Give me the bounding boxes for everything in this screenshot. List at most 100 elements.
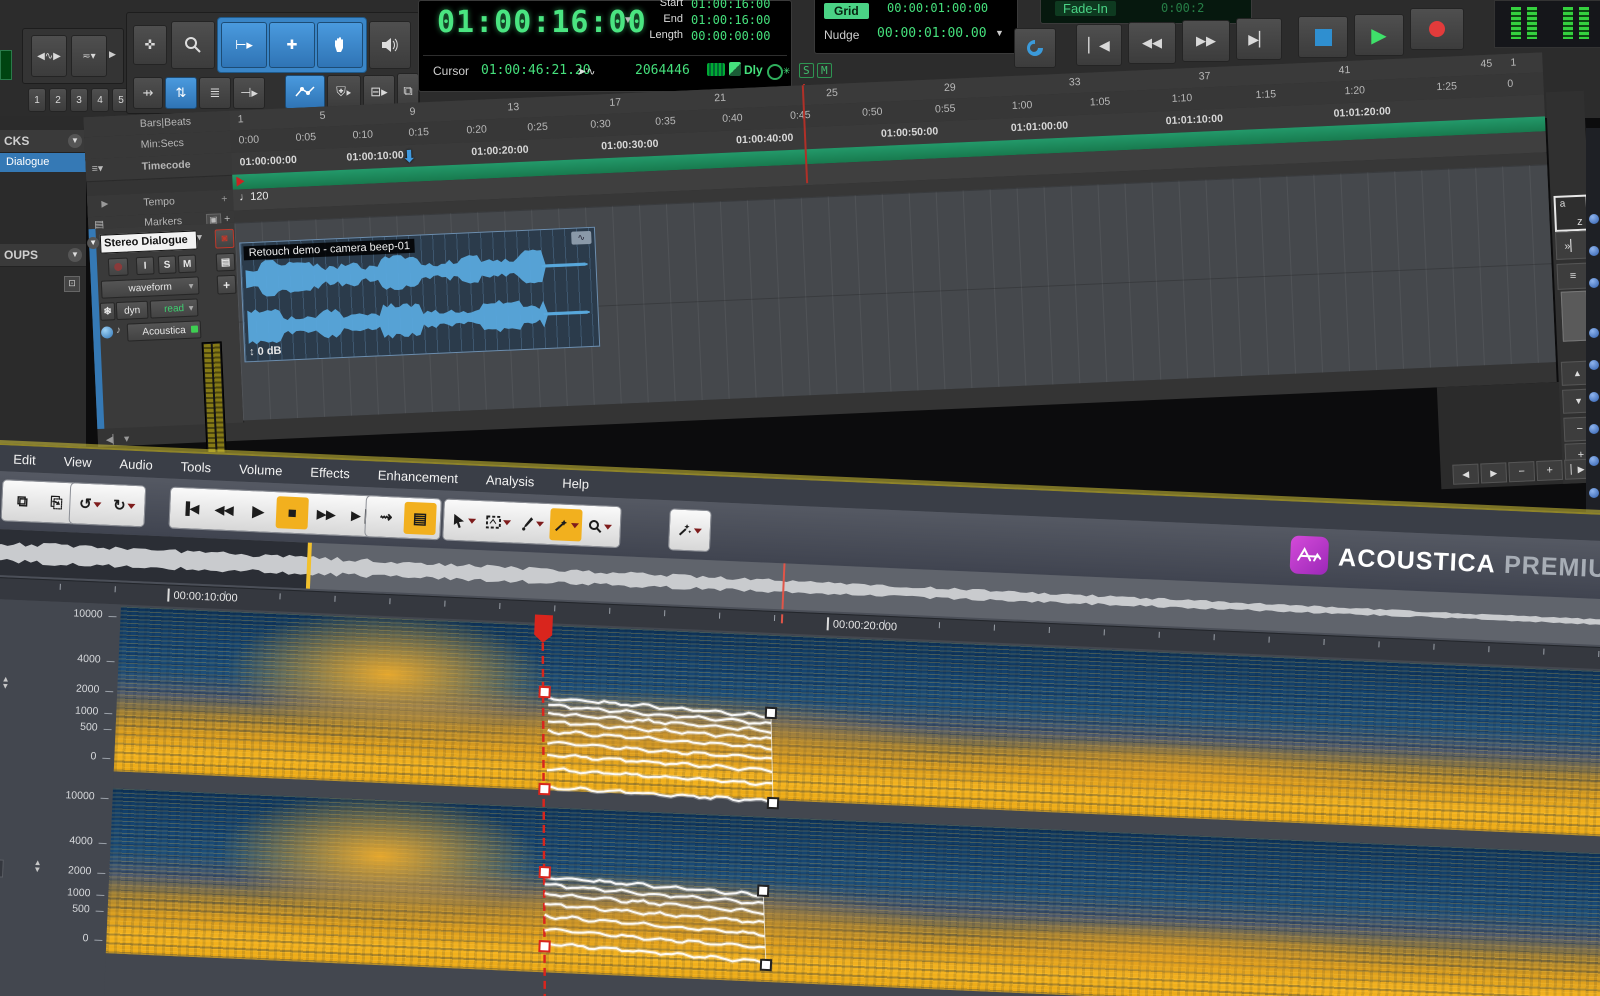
clip-fx-chip-icon[interactable]: ∿ (571, 231, 592, 245)
move-tool-button[interactable]: ✜ (133, 25, 167, 65)
h-scroll-left-button[interactable]: ◀ (1452, 464, 1479, 485)
hand-tool-button[interactable] (317, 22, 363, 68)
field-start-value[interactable]: 01:00:16:00 (691, 0, 770, 11)
zoom-tool-button[interactable] (583, 510, 616, 543)
keyboard-indicator-icon[interactable] (707, 63, 725, 76)
track-list-item-dialogue[interactable]: Dialogue (0, 153, 86, 172)
punch-indicator-icon[interactable] (729, 62, 741, 76)
menu-item-analysis[interactable]: Analysis (486, 472, 535, 489)
undo-caret-icon[interactable] (94, 502, 102, 507)
dock-panel-icon[interactable] (1589, 392, 1599, 402)
screenset-button-3[interactable]: 3 (70, 88, 88, 112)
rewind-button[interactable]: ◀◀ (208, 493, 241, 526)
channel-link-button[interactable] (0, 859, 4, 878)
now-time-arrow-icon[interactable]: ⬇ (402, 147, 416, 168)
tempo-add-icon[interactable]: + (221, 193, 228, 205)
groups-pane-icon[interactable]: ⊡ (64, 276, 80, 292)
zoom-tool-button[interactable] (171, 21, 215, 69)
h-zoom-out-button[interactable]: − (1508, 461, 1535, 482)
dock-panel-icon[interactable] (1589, 328, 1599, 338)
audio-clip[interactable]: Retouch demo - camera beep-01 ↕ 0 dB ∿ (239, 227, 600, 363)
horizontal-zoom-button[interactable]: ◀∿▶ (31, 35, 67, 77)
sync-indicator-icon[interactable] (767, 64, 783, 80)
marquee-tool-caret-icon[interactable] (502, 520, 510, 525)
input-echo-button[interactable]: I (136, 256, 155, 275)
solo-button[interactable]: S (158, 255, 177, 274)
fx-ball-icon[interactable] (101, 326, 114, 339)
audition-tool-button[interactable] (369, 21, 411, 69)
cursor-value[interactable]: 01:00:46:21.20 (481, 63, 591, 78)
pattern-tool-button[interactable]: ≣ (199, 77, 231, 109)
fast-forward-button[interactable]: ▶▶ (1182, 20, 1230, 62)
comping-tool-button[interactable]: ✚ (269, 22, 315, 68)
solo-badge[interactable]: S (799, 63, 814, 78)
field-end-value[interactable]: 01:00:16:00 (691, 13, 770, 27)
dock-panel-icon[interactable] (1589, 488, 1599, 498)
tempo-value[interactable]: ♩120 (239, 190, 269, 203)
edit-tool-button[interactable]: ⊢▸ (221, 22, 267, 68)
display-mode-dropdown[interactable]: waveform ▼ (101, 276, 200, 298)
track-name-caret[interactable]: ▼ (195, 232, 204, 242)
copy-button[interactable]: ⧉ (6, 484, 39, 517)
main-timecode[interactable]: 01:00:16:00 (437, 5, 647, 40)
spectral-view-button[interactable]: ▤ (403, 502, 436, 535)
play-button[interactable]: ▶ (242, 495, 275, 528)
menu-item-volume[interactable]: Volume (239, 461, 283, 478)
wand-tool-caret-icon[interactable] (570, 523, 578, 528)
dock-panel-icon[interactable] (1589, 278, 1599, 288)
track-expand-icon[interactable]: ▼ (87, 237, 100, 250)
waveform-view-button[interactable]: ⇝ (369, 500, 402, 533)
clip-gain-label[interactable]: ↕ 0 dB (249, 345, 282, 358)
delay-indicator[interactable]: Dly (744, 63, 763, 77)
v-scrollbar-thumb[interactable] (1561, 291, 1589, 342)
screenset-button-2[interactable]: 2 (49, 88, 67, 112)
clip-protect-button[interactable]: ⛨▸ (327, 75, 361, 109)
menu-item-help[interactable]: Help (562, 475, 589, 491)
go-to-start-button[interactable]: ▏◀ (1076, 24, 1122, 66)
rewind-button[interactable]: ◀◀ (1128, 22, 1176, 64)
freq-scale-arrows[interactable]: ▲▼ (1, 675, 10, 689)
plugin-slot-acoustica[interactable]: Acoustica (127, 320, 202, 341)
redo-caret-icon[interactable] (128, 503, 136, 508)
notes-button[interactable]: ▤ (216, 253, 236, 272)
stop-button[interactable] (1298, 16, 1348, 58)
loop-button[interactable] (1014, 28, 1056, 68)
dock-panel-icon[interactable] (1589, 214, 1599, 224)
mute-badge[interactable]: M (817, 63, 832, 78)
timecode-menu-icon[interactable]: ≡▾ (92, 163, 104, 175)
zoom-out-v-button[interactable]: ≡ (1556, 263, 1589, 290)
groups-pane-header[interactable]: OUPS ▼ (0, 244, 86, 267)
mute-button[interactable]: M (178, 254, 197, 273)
freeze-button[interactable]: ❄ (100, 302, 116, 321)
zoom-expand-arrow[interactable]: ▶ (109, 49, 116, 60)
redo-button[interactable]: ↻ (108, 489, 141, 522)
dock-panel-icon[interactable] (1589, 424, 1599, 434)
az-zoom-button[interactable]: a z (1553, 195, 1589, 232)
go-to-end-button[interactable]: ▶▏ (1236, 18, 1282, 60)
record-button[interactable] (1410, 8, 1464, 50)
plugin-chain-icon[interactable]: ♪ (116, 325, 121, 336)
lane-collapse-icons[interactable]: ◀▏ ▼ (106, 434, 132, 446)
screenset-button-1[interactable]: 1 (28, 88, 46, 112)
grid-value[interactable]: 00:00:01:00:00 (887, 1, 988, 15)
dyn-dropdown[interactable]: dyn (116, 301, 149, 320)
track-header-stereo-dialogue[interactable]: ▼ Stereo Dialogue ▼ I S M waveform ▼ ❄ d… (88, 223, 244, 429)
tempo-start-marker[interactable] (236, 176, 244, 186)
h-zoom-in-button[interactable]: + (1536, 460, 1563, 481)
menu-item-effects[interactable]: Effects (310, 464, 350, 481)
play-button[interactable]: ▶ (1354, 14, 1404, 56)
collapse-tracks-icon[interactable]: ▼ (68, 134, 82, 148)
timecode-format-caret[interactable]: ▼ (623, 15, 633, 26)
forward-button[interactable]: ▶▶ (309, 498, 342, 531)
nudge-tool-button[interactable]: ⇅ (165, 77, 197, 109)
add-track-button[interactable]: + (217, 275, 237, 295)
retouch-tool-caret-icon[interactable] (694, 528, 702, 533)
select-tool-caret-icon[interactable] (467, 518, 475, 523)
track-height-button[interactable]: ≂▾ (71, 35, 107, 77)
marquee-tool-button[interactable] (481, 505, 514, 538)
freeze-indicator-icon[interactable]: ✳ (783, 63, 790, 77)
sample-position[interactable]: 2064446 (635, 63, 690, 78)
menu-item-tools[interactable]: Tools (180, 458, 211, 474)
nudge-value[interactable]: 00:00:01:00.00 (877, 26, 987, 41)
split-tool-button[interactable]: ⊣▸ (233, 77, 265, 109)
